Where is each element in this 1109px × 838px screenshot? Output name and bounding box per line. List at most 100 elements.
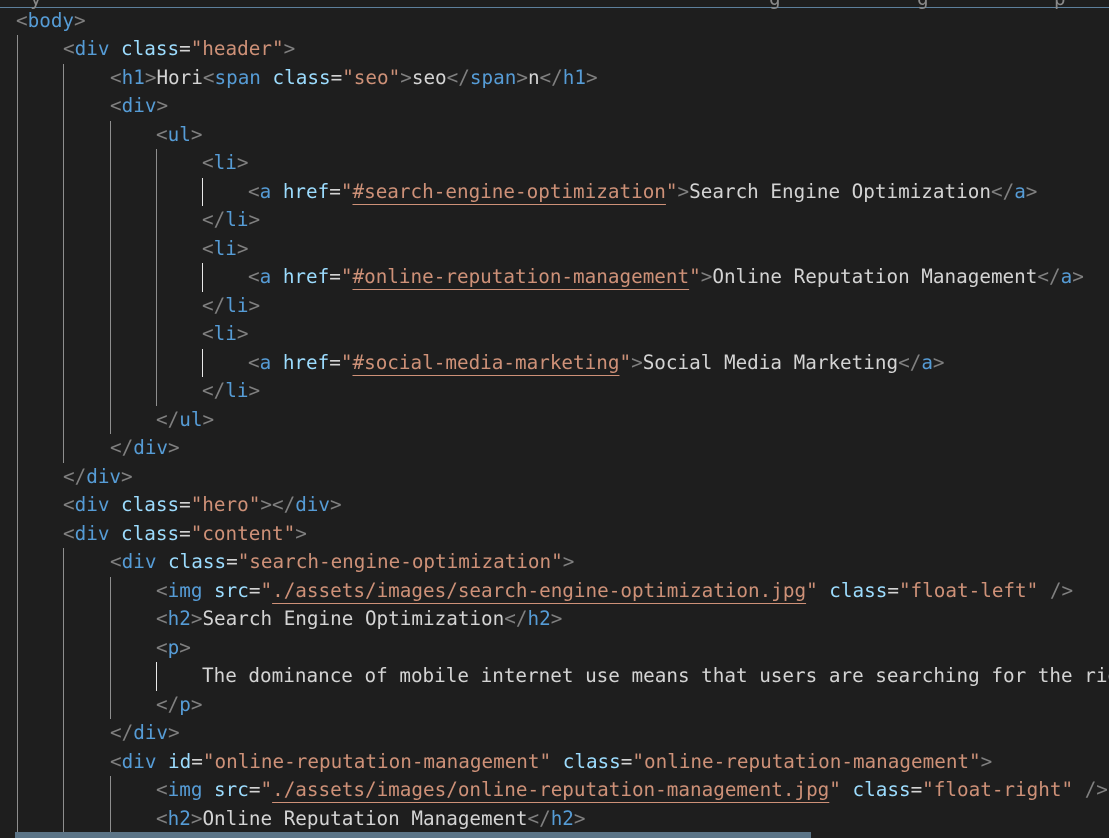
code-line[interactable]: <div id="online-reputation-management" c…	[110, 748, 992, 777]
code-line[interactable]: <div class="hero"></div>	[63, 491, 342, 520]
code-token: "	[829, 778, 841, 801]
indent-guide	[156, 662, 157, 691]
code-line[interactable]: <a href="#online-reputation-management">…	[248, 263, 1084, 292]
code-line[interactable]: <a href="#social-media-marketing">Social…	[248, 349, 945, 378]
code-token: >	[550, 607, 563, 630]
code-token: >	[1025, 180, 1038, 203]
clipped-line-fragment: p	[1054, 0, 1066, 10]
code-line[interactable]: </div>	[110, 434, 180, 463]
code-token: li	[213, 237, 237, 260]
code-line[interactable]: <img src="./assets/images/online-reputat…	[156, 776, 1108, 805]
code-token: p	[179, 693, 191, 716]
code-token: >	[677, 180, 690, 203]
code-token: >	[74, 9, 86, 32]
code-line[interactable]: <li>	[202, 149, 248, 178]
code-token: "	[260, 579, 273, 602]
code-token: =	[248, 778, 261, 801]
code-line[interactable]: <h1>Hori<span class="seo">seo</span>n</h…	[110, 64, 598, 93]
code-token: <	[156, 807, 168, 830]
code-line[interactable]: <div class="header">	[63, 35, 295, 64]
code-token: ./assets/images/online-reputation-manage…	[272, 778, 830, 801]
code-token: >	[248, 294, 261, 317]
code-token: <	[16, 9, 28, 32]
code-token: <	[248, 351, 260, 374]
code-line[interactable]: </li>	[202, 206, 260, 235]
code-line[interactable]: <img src="./assets/images/search-engine-…	[156, 577, 1073, 606]
horizontal-scrollbar[interactable]	[15, 832, 811, 838]
code-token: =	[226, 550, 238, 573]
code-line[interactable]: <div>	[110, 92, 168, 121]
code-token: src	[214, 778, 249, 801]
code-line[interactable]: <li>	[202, 235, 248, 264]
code-line[interactable]: <div class="search-engine-optimization">	[110, 548, 574, 577]
code-token: img	[167, 579, 203, 602]
code-token: href	[282, 265, 330, 288]
code-token: #social-media-marketing	[352, 351, 620, 374]
code-line[interactable]: <h2>Search Engine Optimization</h2>	[156, 605, 562, 634]
code-token: =	[330, 66, 343, 89]
code-token: li	[213, 322, 237, 345]
code-token: h2	[550, 807, 574, 830]
code-line[interactable]: </div>	[63, 463, 133, 492]
code-token: ul	[167, 123, 191, 146]
indent-guide	[202, 263, 203, 292]
code-line[interactable]: </p>	[156, 691, 202, 720]
code-line[interactable]: <body>	[16, 7, 86, 36]
code-token: <	[110, 550, 122, 573]
indent-guide	[63, 64, 64, 463]
code-token: src	[214, 579, 249, 602]
code-token: body	[27, 9, 75, 32]
code-token: =	[329, 351, 341, 374]
code-token: "	[689, 265, 701, 288]
code-token: h1	[562, 66, 586, 89]
code-line[interactable]: <ul>	[156, 121, 202, 150]
code-line[interactable]: <li>	[202, 320, 248, 349]
code-line[interactable]: </li>	[202, 377, 260, 406]
code-token: "online-reputation-management"	[202, 750, 552, 773]
code-editor[interactable]: yggp <body><div class="header"><h1>Hori<…	[0, 0, 1109, 838]
code-token: </	[202, 208, 226, 231]
code-line[interactable]: </div>	[110, 719, 180, 748]
code-token: =	[179, 37, 191, 60]
code-token: >	[585, 66, 598, 89]
code-token: =	[329, 265, 341, 288]
code-token: =	[620, 750, 633, 773]
code-line[interactable]: <a href="#search-engine-optimization">Se…	[248, 178, 1037, 207]
code-token: li	[225, 208, 249, 231]
indent-guide	[202, 178, 203, 206]
code-token: >	[156, 94, 169, 117]
code-token: <	[156, 778, 168, 801]
code-line[interactable]: </li>	[202, 292, 260, 321]
code-token: </	[110, 436, 134, 459]
code-token: </	[446, 66, 470, 89]
code-token: Online Reputation Management	[712, 265, 1038, 288]
code-line[interactable]: <p>	[156, 634, 191, 663]
code-token: li	[225, 294, 249, 317]
code-line[interactable]: <h2>Online Reputation Management</h2>	[156, 805, 586, 834]
code-line[interactable]: </ul>	[156, 406, 214, 435]
code-token: </	[990, 180, 1015, 203]
code-token: "content"	[190, 522, 296, 545]
code-token: h2	[527, 607, 551, 630]
indent-guide	[17, 35, 18, 838]
code-token: div	[133, 721, 169, 744]
code-token: li	[213, 151, 237, 174]
code-token: Search Engine Optimization	[689, 180, 991, 203]
code-token: ></	[260, 493, 296, 516]
code-line[interactable]: The dominance of mobile internet use mea…	[202, 662, 1109, 691]
code-line[interactable]: <div class="content">	[63, 520, 307, 549]
code-token: "	[340, 180, 353, 203]
code-token: div	[121, 94, 157, 117]
code-token: </	[1037, 265, 1061, 288]
code-token: >	[283, 37, 296, 60]
code-token: >	[330, 493, 342, 516]
code-token: </	[156, 693, 180, 716]
code-token: <	[156, 579, 168, 602]
